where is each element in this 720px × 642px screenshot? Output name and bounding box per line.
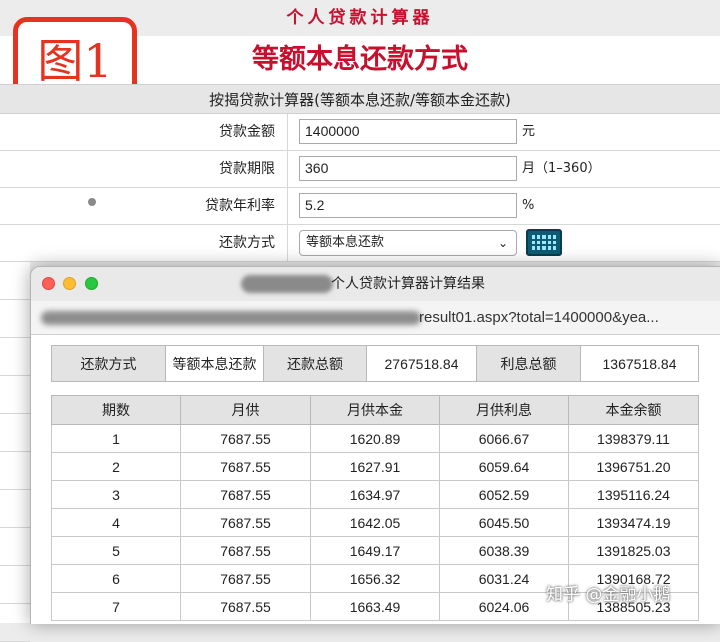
header-principal: 月供本金: [310, 395, 440, 425]
cell-balance: 1391825.03: [568, 536, 699, 565]
schedule-header-row: 期数 月供 月供本金 月供利息 本金余额: [51, 395, 699, 425]
header-period: 期数: [51, 395, 181, 425]
cell-balance: 1396751.20: [568, 452, 699, 481]
term-label: 贷款期限: [0, 151, 288, 187]
close-button[interactable]: [42, 277, 55, 290]
rate-input[interactable]: 5.2: [299, 193, 517, 218]
cursor-dot: [88, 198, 96, 206]
cell-interest: 6052.59: [439, 480, 569, 509]
cell-period: 6: [51, 564, 181, 593]
summary-total-value: 2767518.84: [366, 345, 477, 382]
table-row: 2 7687.55 1627.91 6059.64 1396751.20: [51, 452, 699, 481]
window-titlebar[interactable]: 个人贷款计算器计算结果: [31, 267, 720, 301]
minimize-button[interactable]: [63, 277, 76, 290]
summary-method-value: 等额本息还款: [165, 345, 264, 382]
method-select[interactable]: 等额本息还款 ⌄: [299, 230, 517, 256]
cell-period: 4: [51, 508, 181, 537]
url-text: result01.aspx?total=1400000&yea...: [419, 309, 659, 326]
cell-period: 7: [51, 592, 181, 621]
summary-interest-value: 1367518.84: [580, 345, 699, 382]
cell-balance: 1395116.24: [568, 480, 699, 509]
cell-period: 3: [51, 480, 181, 509]
cell-principal: 1642.05: [310, 508, 440, 537]
form-row-amount: 贷款金额 1400000 元: [0, 114, 720, 151]
table-row: 1 7687.55 1620.89 6066.67 1398379.11: [51, 424, 699, 453]
cell-payment: 7687.55: [180, 592, 311, 621]
method-label: 还款方式: [0, 225, 288, 261]
cell-interest: 6066.67: [439, 424, 569, 453]
cell-interest: 6038.39: [439, 536, 569, 565]
url-bar[interactable]: result01.aspx?total=1400000&yea...: [31, 301, 720, 335]
summary-interest-label: 利息总额: [476, 345, 581, 382]
cell-principal: 1627.91: [310, 452, 440, 481]
cell-interest: 6059.64: [439, 452, 569, 481]
term-unit: 月（1–360）: [522, 161, 601, 176]
cell-payment: 7687.55: [180, 480, 311, 509]
cell-principal: 1649.17: [310, 536, 440, 565]
cell-payment: 7687.55: [180, 508, 311, 537]
table-row: 3 7687.55 1634.97 6052.59 1395116.24: [51, 480, 699, 509]
cell-payment: 7687.55: [180, 424, 311, 453]
summary-table: 还款方式 等额本息还款 还款总额 2767518.84 利息总额 1367518…: [51, 345, 699, 382]
window-title: 个人贷款计算器计算结果: [331, 276, 485, 292]
rate-unit: %: [522, 198, 535, 213]
summary-method-label: 还款方式: [51, 345, 166, 382]
result-window: 个人贷款计算器计算结果 result01.aspx?total=1400000&…: [30, 266, 720, 624]
zoom-button[interactable]: [85, 277, 98, 290]
amount-label: 贷款金额: [0, 114, 288, 150]
amount-input[interactable]: 1400000: [299, 119, 517, 144]
cell-interest: 6045.50: [439, 508, 569, 537]
cell-period: 2: [51, 452, 181, 481]
term-input[interactable]: 360: [299, 156, 517, 181]
cell-balance: 1398379.11: [568, 424, 699, 453]
background-table-edge: [0, 262, 30, 642]
cell-principal: 1663.49: [310, 592, 440, 621]
table-row: 5 7687.55 1649.17 6038.39 1391825.03: [51, 536, 699, 565]
chevron-down-icon: ⌄: [497, 236, 508, 250]
redacted-blur: [241, 275, 333, 293]
cell-principal: 1656.32: [310, 564, 440, 593]
cell-principal: 1620.89: [310, 424, 440, 453]
cell-payment: 7687.55: [180, 536, 311, 565]
watermark: 知乎 @金融小鹅: [546, 585, 671, 605]
cell-payment: 7687.55: [180, 452, 311, 481]
table-row: 4 7687.55 1642.05 6045.50 1393474.19: [51, 508, 699, 537]
cell-period: 5: [51, 536, 181, 565]
cell-period: 1: [51, 424, 181, 453]
form-row-term: 贷款期限 360 月（1–360）: [0, 151, 720, 188]
amount-unit: 元: [522, 124, 536, 139]
calculator-title: 按揭贷款计算器(等额本息还款/等额本金还款): [0, 84, 720, 114]
method-select-value: 等额本息还款: [306, 235, 385, 250]
form-row-method: 还款方式 等额本息还款 ⌄: [0, 225, 720, 262]
rate-label: 贷款年利率: [0, 188, 288, 224]
cell-principal: 1634.97: [310, 480, 440, 509]
form-row-rate: 贷款年利率 5.2 %: [0, 188, 720, 225]
summary-total-label: 还款总额: [263, 345, 367, 382]
cell-payment: 7687.55: [180, 564, 311, 593]
header-monthly-payment: 月供: [180, 395, 311, 425]
header-interest: 月供利息: [439, 395, 569, 425]
header-balance: 本金余额: [568, 395, 699, 425]
redacted-url-blur: [41, 311, 421, 325]
cell-balance: 1393474.19: [568, 508, 699, 537]
calculator-icon[interactable]: [526, 229, 562, 256]
